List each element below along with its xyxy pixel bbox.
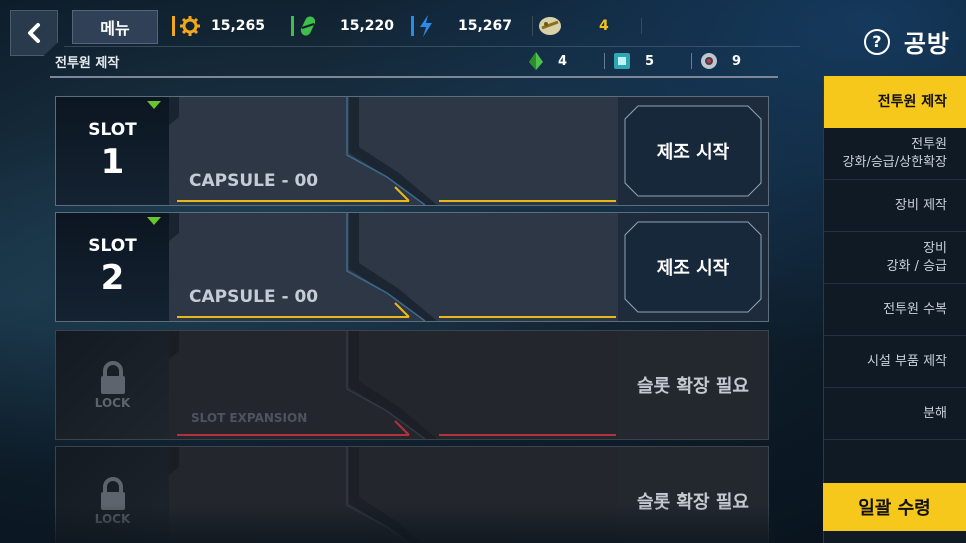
sidebar-item-label: 전투원 수복	[883, 301, 947, 317]
sidebar-item-unit-repair[interactable]: 전투원 수복	[824, 284, 966, 336]
sidebar-item-label: 분해	[923, 405, 947, 421]
slot-label: SLOT 1	[56, 97, 169, 205]
sidebar-item-facility-parts[interactable]: 시설 부품 제작	[824, 336, 966, 388]
cyan-chip-icon	[614, 53, 630, 69]
sidebar-item-label: 강화/승급/상한확장	[842, 154, 947, 170]
divider	[641, 18, 642, 34]
capsule-area	[169, 447, 618, 543]
lock-icon	[100, 476, 125, 510]
slot-label: SLOT 2	[56, 213, 169, 321]
mini-resource-chip: 5	[604, 52, 654, 70]
resource-capsule: 15,220	[291, 14, 394, 38]
slot-2: SLOT 2 CAPSULE - 00 제조 시작	[55, 212, 769, 322]
lock-label: LOCK	[94, 511, 131, 526]
resource-separator	[604, 53, 605, 69]
resource-separator	[291, 16, 294, 36]
capsule-area[interactable]: CAPSULE - 00	[169, 97, 618, 205]
resource-ticket: 4	[532, 14, 609, 38]
sidebar-item-label: 전투원 제작	[877, 94, 947, 110]
expand-slot-label: 슬롯 확장 필요	[637, 492, 749, 513]
ticket-icon	[539, 17, 561, 35]
gear-part-icon	[701, 53, 717, 69]
sidebar-item-label: 시설 부품 제작	[866, 353, 947, 369]
start-production-button[interactable]: 제조 시작	[618, 97, 768, 205]
start-production-label: 제조 시작	[656, 258, 730, 279]
lock-icon	[100, 360, 125, 394]
sidebar-item-disassemble[interactable]: 분해	[824, 388, 966, 440]
slot-number: 2	[100, 258, 125, 298]
gear-icon	[180, 16, 200, 36]
start-production-button[interactable]: 제조 시작	[618, 213, 768, 321]
resource-ticket-value: 4	[599, 18, 609, 34]
divider	[64, 46, 800, 47]
resource-separator	[411, 16, 414, 36]
question-icon: ?	[863, 28, 890, 55]
slot-indicator-icon	[147, 217, 161, 225]
mini-resource-crystal-value: 4	[558, 53, 568, 69]
resource-separator	[172, 16, 175, 36]
lightning-icon	[420, 15, 432, 37]
slot-text: SLOT	[88, 120, 137, 140]
help-button[interactable]: ? 공방	[863, 24, 950, 59]
capsule-area: SLOT EXPANSION	[169, 331, 618, 439]
capsule-icon	[300, 16, 316, 36]
sidebar-item-label: 강화 / 승급	[886, 258, 948, 274]
slot-text: SLOT	[88, 236, 137, 256]
menu-button[interactable]: 메뉴	[72, 10, 158, 44]
expand-slot-button[interactable]: 슬롯 확장 필요	[618, 331, 768, 439]
mini-resource-part-value: 9	[732, 53, 742, 69]
green-crystal-icon	[529, 52, 543, 70]
expand-slot-label: 슬롯 확장 필요	[637, 376, 749, 397]
resource-capsule-value: 15,220	[340, 18, 395, 34]
circuit-decoration	[169, 447, 423, 543]
sidebar-item-equipment-enhance[interactable]: 장비 강화 / 승급	[824, 232, 966, 284]
start-production-label: 제조 시작	[656, 142, 730, 163]
slot-1: SLOT 1 CAPSULE - 00 제조 시작	[55, 96, 769, 206]
slot-number: 1	[100, 142, 125, 182]
slot-indicator-icon	[147, 101, 161, 109]
capsule-name: CAPSULE - 00	[189, 287, 319, 307]
back-button[interactable]	[10, 10, 58, 56]
mini-resource-part: 9	[691, 52, 741, 70]
sidebar-item-label: 장비 제작	[895, 197, 947, 213]
resource-energy-value: 15,267	[458, 18, 513, 34]
sidebar-item-label: 장비	[923, 240, 947, 256]
slot-3-locked: LOCK SLOT EXPANSION 슬롯 확장 필요	[55, 330, 769, 440]
lock-label: LOCK	[94, 395, 131, 410]
capsule-name: CAPSULE - 00	[189, 171, 319, 191]
sidebar-item-unit-enhance[interactable]: 전투원 강화/승급/상한확장	[824, 128, 966, 180]
resource-separator	[532, 16, 533, 36]
title-underline	[50, 76, 778, 78]
mini-resource-chip-value: 5	[645, 53, 655, 69]
sidebar-item-equipment-production[interactable]: 장비 제작	[824, 180, 966, 232]
chevron-left-icon	[28, 23, 40, 43]
expand-slot-button[interactable]: 슬롯 확장 필요	[618, 447, 768, 543]
resource-separator	[691, 53, 692, 69]
resource-energy: 15,267	[411, 14, 512, 38]
lock-box: LOCK	[56, 331, 169, 439]
sidebar-item-unit-production[interactable]: 전투원 제작	[824, 76, 966, 128]
workshop-title: 공방	[903, 30, 950, 58]
page-title: 전투원 제작	[55, 56, 120, 71]
capsule-area[interactable]: CAPSULE - 00	[169, 213, 618, 321]
lock-box: LOCK	[56, 447, 169, 543]
slot-4-locked: LOCK 슬롯 확장 필요	[55, 446, 769, 543]
mini-resource-crystal: 4	[528, 52, 567, 70]
resource-gear: 15,265	[172, 14, 265, 38]
slot-expansion-label: SLOT EXPANSION	[191, 411, 308, 425]
sidebar-item-label: 전투원	[911, 136, 947, 152]
collect-all-button[interactable]: 일괄 수령	[823, 483, 966, 531]
resource-gear-value: 15,265	[211, 18, 266, 34]
sidebar: 전투원 제작 전투원 강화/승급/상한확장 장비 제작 장비 강화 / 승급 전…	[823, 76, 966, 543]
